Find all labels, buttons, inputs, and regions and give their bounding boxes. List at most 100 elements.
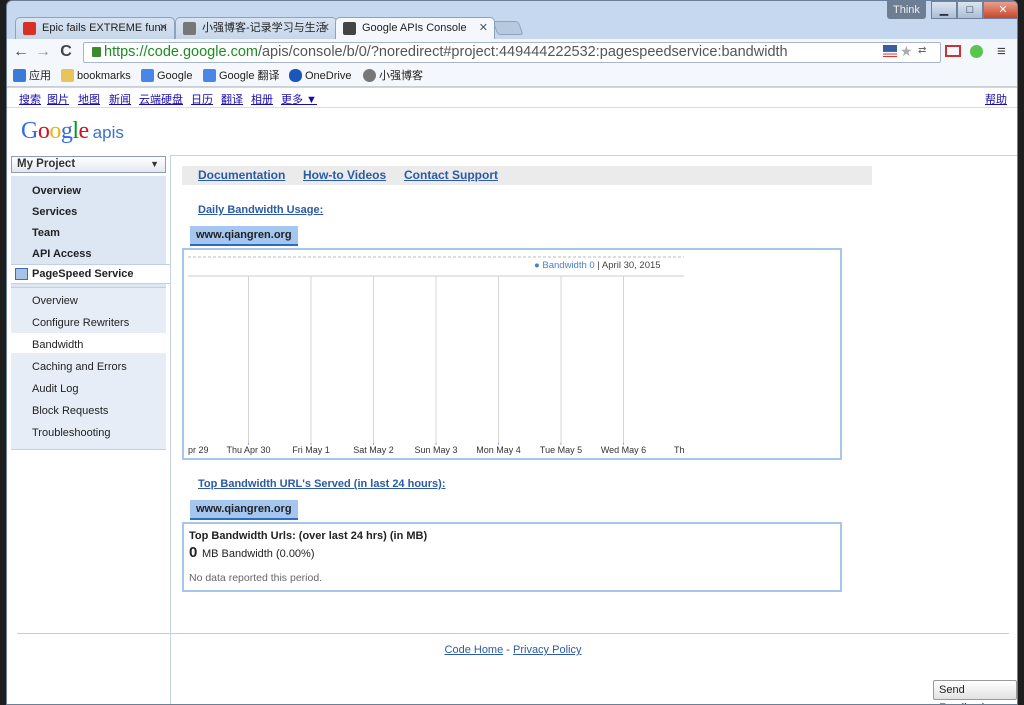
chart-x-tick-label: Thu M xyxy=(674,445,684,455)
bookmark-onedrive[interactable]: OneDrive xyxy=(289,69,351,83)
cloud-icon xyxy=(289,69,302,82)
translate-icon[interactable]: ⇄ xyxy=(918,45,932,57)
tab-apis-console[interactable]: Google APIs Console ✕ xyxy=(335,17,495,39)
bandwidth-total-label: MB Bandwidth (0.00%) xyxy=(202,548,315,560)
bookmark-folder[interactable]: bookmarks xyxy=(61,69,131,83)
gbar-link-images[interactable]: 图片 xyxy=(47,91,69,107)
subnav-item-troubleshooting[interactable]: Troubleshooting xyxy=(32,427,110,439)
footer-separator: - xyxy=(503,644,513,656)
new-tab-button[interactable] xyxy=(492,21,524,35)
pagespeed-icon xyxy=(15,268,28,280)
close-window-button[interactable]: ✕ xyxy=(983,1,1017,19)
tab-youtube[interactable]: Epic fails EXTREME funn ✕ xyxy=(15,17,175,39)
main-content: Documentation How-to Videos Contact Supp… xyxy=(170,155,1017,704)
us-flag-icon[interactable] xyxy=(883,45,897,57)
project-selector[interactable]: My Project ▼ xyxy=(11,156,166,173)
chart-x-tick-label: Mon May 4 xyxy=(476,445,521,455)
apis-wordmark: apis xyxy=(92,123,124,142)
documentation-link[interactable]: Documentation xyxy=(198,168,285,182)
document-icon xyxy=(343,22,356,35)
tab-label: Google APIs Console xyxy=(362,22,467,34)
help-links-bar: Documentation How-to Videos Contact Supp… xyxy=(182,166,872,185)
gbar-link-translate[interactable]: 翻译 xyxy=(221,91,243,107)
chart-x-tick-label: Sun May 3 xyxy=(414,445,457,455)
gbar-link-news[interactable]: 新闻 xyxy=(109,91,131,107)
send-feedback-button[interactable]: Send Feedback xyxy=(933,680,1017,704)
google-wordmark: Google xyxy=(21,118,89,144)
tab-close-icon[interactable]: ✕ xyxy=(159,18,168,39)
tab-blog[interactable]: 小强博客-记录学习与生活 ✕ xyxy=(175,17,337,39)
bookmark-blog[interactable]: 小强博客 xyxy=(363,69,423,83)
sidebar-item-pagespeed-service[interactable]: PageSpeed Service xyxy=(11,264,171,284)
gbar-link-calendar[interactable]: 日历 xyxy=(191,91,213,107)
google-icon xyxy=(141,69,154,82)
tab-close-icon[interactable]: ✕ xyxy=(479,18,488,39)
google-links-bar: 搜索 图片 地图 新闻 云端硬盘 日历 翻译 相册 更多 ▼ 帮助 xyxy=(7,88,1017,108)
legend-series: Bandwidth 0 xyxy=(542,260,595,271)
maximize-button[interactable]: □ xyxy=(957,1,983,19)
contact-support-link[interactable]: Contact Support xyxy=(404,168,498,182)
translate-icon xyxy=(203,69,216,82)
gbar-link-maps[interactable]: 地图 xyxy=(78,91,100,107)
sidebar-item-team[interactable]: Team xyxy=(32,227,60,239)
url-secure-part: https://code.google.com xyxy=(104,44,258,60)
code-home-link[interactable]: Code Home xyxy=(445,644,504,656)
pagespeed-label: PageSpeed Service xyxy=(32,268,134,280)
gbar-link-more[interactable]: 更多 ▼ xyxy=(281,91,317,107)
subnav-item-bandwidth[interactable]: Bandwidth xyxy=(32,339,83,351)
howto-videos-link[interactable]: How-to Videos xyxy=(303,168,386,182)
chrome-menu-icon[interactable]: ≡ xyxy=(997,43,1006,60)
page-content: 搜索 图片 地图 新闻 云端硬盘 日历 翻译 相册 更多 ▼ 帮助 Google… xyxy=(7,88,1017,704)
back-arrow-icon[interactable]: ← xyxy=(11,42,31,62)
blog-icon xyxy=(363,69,376,82)
privacy-policy-link[interactable]: Privacy Policy xyxy=(513,644,581,656)
bookmarks-bar: 应用 bookmarks Google Google 翻译 OneDrive 小… xyxy=(7,65,1017,87)
logo-letter: o xyxy=(49,118,61,144)
daily-chart-box: pr 29 Thu Apr 30 Fri May 1 Sat May 2 Sun May… xyxy=(182,248,842,460)
tab-strip: Epic fails EXTREME funn ✕ 小强博客-记录学习与生活 ✕… xyxy=(7,1,1017,39)
subnav-item-audit-log[interactable]: Audit Log xyxy=(32,383,78,395)
gbar-link-drive[interactable]: 云端硬盘 xyxy=(139,91,183,107)
logo-letter: g xyxy=(60,118,73,144)
service-subnav: Overview Configure Rewriters Bandwidth C… xyxy=(11,287,171,450)
bookmark-google-translate[interactable]: Google 翻译 xyxy=(203,69,280,83)
no-data-message: No data reported this period. xyxy=(189,572,323,584)
gbar-link-search[interactable]: 搜索 xyxy=(19,91,41,107)
minimize-button[interactable]: ▁ xyxy=(931,1,957,19)
google-apis-logo[interactable]: Google apis xyxy=(21,118,124,145)
gbar-link-photos[interactable]: 相册 xyxy=(251,91,273,107)
bookmark-google[interactable]: Google xyxy=(141,69,192,83)
sidebar-item-api-access[interactable]: API Access xyxy=(32,248,92,260)
subnav-item-overview[interactable]: Overview xyxy=(32,295,78,307)
tab-label: 小强博客-记录学习与生活 xyxy=(202,22,327,34)
folder-icon xyxy=(61,69,74,82)
top-urls-title[interactable]: Top Bandwidth URL's Served (in last 24 h… xyxy=(198,478,446,490)
subnav-item-block-requests[interactable]: Block Requests xyxy=(32,405,108,417)
reload-icon[interactable]: C xyxy=(56,42,76,62)
tab-label: Epic fails EXTREME funn xyxy=(42,22,167,34)
footer-divider xyxy=(17,633,1009,634)
extension-status-icon[interactable] xyxy=(970,45,983,58)
subnav-item-caching-errors[interactable]: Caching and Errors xyxy=(32,361,127,373)
gbar-link-help[interactable]: 帮助 xyxy=(985,91,1007,107)
project-name: My Project xyxy=(17,158,76,170)
url-path: /apis/console/b/0/?noredirect#project:44… xyxy=(257,44,788,60)
daily-domain-tab[interactable]: www.qiangren.org xyxy=(190,226,298,246)
top-domain-tab[interactable]: www.qiangren.org xyxy=(190,500,298,520)
chart-x-tick-label: Thu Apr 30 xyxy=(226,445,270,455)
legend-dot-icon: ● xyxy=(534,260,540,271)
browser-window: Epic fails EXTREME funn ✕ 小强博客-记录学习与生活 ✕… xyxy=(6,0,1018,705)
legend-separator: | xyxy=(597,260,600,271)
address-bar[interactable]: https://code.google.com/apis/console/b/0… xyxy=(83,42,941,63)
tab-close-icon[interactable]: ✕ xyxy=(321,18,330,39)
daily-bandwidth-title[interactable]: Daily Bandwidth Usage: xyxy=(198,204,323,216)
sidebar-item-services[interactable]: Services xyxy=(32,206,77,218)
bookmark-star-icon[interactable]: ★ xyxy=(900,44,914,58)
forward-arrow-icon[interactable]: → xyxy=(33,42,53,62)
subnav-item-configure-rewriters[interactable]: Configure Rewriters xyxy=(32,317,129,329)
gmail-icon[interactable] xyxy=(945,45,961,57)
bookmark-apps[interactable]: 应用 xyxy=(13,69,51,83)
footer-links: Code Home - Privacy Policy xyxy=(7,644,1017,656)
top-urls-box-title: Top Bandwidth Urls: (over last 24 hrs) (… xyxy=(189,530,428,542)
sidebar-item-overview[interactable]: Overview xyxy=(32,185,81,197)
